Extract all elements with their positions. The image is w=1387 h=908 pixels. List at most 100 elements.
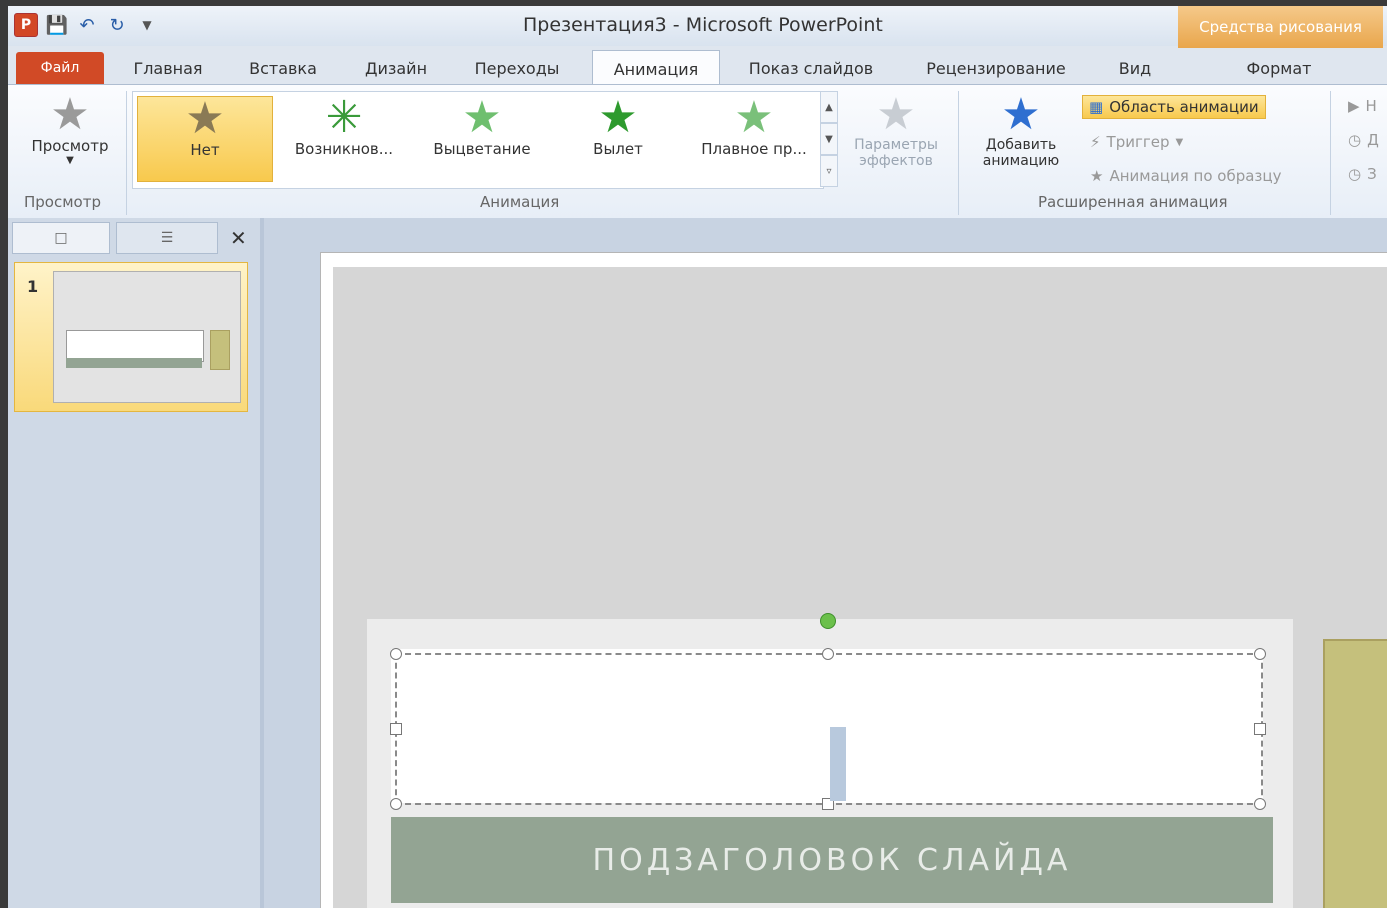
animation-painter-button[interactable]: ★ Анимация по образцу [1090,167,1281,185]
effect-options-button[interactable]: ★ Параметры эффектов [844,89,948,170]
subtitle-text: ПОДЗАГОЛОВОК СЛАЙДА [592,842,1072,878]
powerpoint-logo-icon[interactable]: P [14,13,38,37]
customize-qat-icon[interactable]: ▼ [136,14,158,36]
delay-icon: ◷ [1348,165,1362,183]
timing-item-1[interactable]: ▶ Н [1348,97,1377,115]
tab-review[interactable]: Рецензирование [906,52,1086,84]
slide-thumbnail-item[interactable]: 1 [14,262,248,412]
quick-access-toolbar: P 💾 ↶ ↻ ▼ [14,13,158,37]
gallery-item-float-in[interactable]: ★ Плавное пр... [687,96,821,180]
timing-label: Д [1367,131,1379,149]
star-appear-icon: ✳ [325,92,363,143]
tab-slides[interactable]: □ [12,222,110,254]
timing-item-3[interactable]: ◷ З [1348,165,1377,183]
gallery-scroll-up-icon[interactable]: ▲ [820,91,838,123]
gallery-scroll-down-icon[interactable]: ▼ [820,123,838,155]
group-label-preview: Просмотр [24,193,101,211]
gallery-scroll: ▲ ▼ ▿ [820,91,838,187]
ribbon-tabs: Файл Главная Вставка Дизайн Переходы Ани… [8,46,1387,87]
animation-gallery: ★ Нет ✳ Возникнов... ★ Выцветание ★ Выле… [132,91,824,189]
gallery-item-label: Возникнов... [294,140,394,158]
tab-transitions[interactable]: Переходы [460,52,574,84]
chevron-down-icon: ▼ [1175,136,1184,148]
trigger-label: Триггер [1106,133,1170,151]
window-title: Презентация3 - Microsoft PowerPoint [523,14,883,36]
gallery-item-label: Выцветание [433,140,531,158]
slide-thumbnail[interactable] [53,271,241,403]
group-separator [958,91,959,215]
group-separator [1330,91,1331,215]
gallery-item-none[interactable]: ★ Нет [137,96,273,182]
add-animation-label: Добавить анимацию [982,137,1060,169]
add-animation-button[interactable]: ★ Добавить анимацию [966,89,1076,170]
text-cursor [830,727,846,801]
tab-outline[interactable]: ☰ [116,222,218,254]
undo-icon[interactable]: ↶ [76,14,98,36]
effect-options-label: Параметры эффектов [854,137,938,169]
animation-pane-button[interactable]: ▦ Область анимации [1082,95,1266,119]
resize-handle[interactable] [1254,723,1266,735]
save-icon[interactable]: 💾 [46,14,68,36]
group-label-advanced: Расширенная анимация [1038,193,1228,211]
resize-handle[interactable] [390,648,402,660]
accent-rectangle[interactable] [1323,639,1387,908]
subtitle-placeholder[interactable]: ПОДЗАГОЛОВОК СЛАЙДА [391,817,1273,903]
animation-pane-icon: ▦ [1089,98,1104,116]
tab-file[interactable]: Файл [16,52,104,84]
timing-label: З [1367,165,1377,183]
gallery-more-icon[interactable]: ▿ [820,155,838,187]
chevron-down-icon: ▼ [66,155,74,166]
lightning-icon: ⚡ [1090,133,1101,151]
tab-slideshow[interactable]: Показ слайдов [736,52,886,84]
ribbon-animation: ★ Просмотр ▼ Просмотр ★ Нет ✳ Возникнов.… [8,84,1387,220]
gallery-item-label: Нет [190,141,220,159]
slide-canvas[interactable]: ПОДЗАГОЛОВОК СЛАЙДА [320,252,1387,908]
tab-view[interactable]: Вид [1102,52,1168,84]
effect-options-star-icon: ★ [876,89,916,140]
preview-button[interactable]: ★ Просмотр ▼ [20,89,120,167]
group-label-animation: Анимация [480,193,560,211]
resize-handle[interactable] [1254,648,1266,660]
title-bar: P 💾 ↶ ↻ ▼ Презентация3 - Microsoft Power… [8,6,1387,48]
resize-handle[interactable] [1254,798,1266,810]
group-separator [126,91,127,215]
tab-home[interactable]: Главная [120,52,216,84]
thumb-accent-rect [210,330,230,370]
add-animation-star-icon: ★ [1001,89,1041,140]
timing-label: Н [1365,97,1377,115]
slide-background: ПОДЗАГОЛОВОК СЛАЙДА [333,267,1387,908]
star-none-icon: ★ [185,93,225,144]
preview-button-label: Просмотр [31,137,109,155]
tab-format[interactable]: Формат [1204,52,1354,84]
rotate-handle[interactable] [820,613,836,629]
animation-painter-label: Анимация по образцу [1109,167,1282,185]
close-icon[interactable]: ✕ [230,226,247,250]
star-fade-icon: ★ [462,92,502,143]
selection-border [395,653,1263,805]
tab-animation[interactable]: Анимация [592,50,720,87]
slide-number: 1 [27,277,39,296]
play-icon: ▶ [1348,97,1360,115]
resize-handle[interactable] [822,648,834,660]
gallery-item-fade[interactable]: ★ Выцветание [415,96,549,180]
powerpoint-window: P 💾 ↶ ↻ ▼ Презентация3 - Microsoft Power… [8,6,1387,908]
gallery-item-label: Плавное пр... [701,140,807,158]
gallery-item-fly-in[interactable]: ★ Вылет [551,96,685,180]
preview-star-icon: ★ [50,89,90,140]
timing-item-2[interactable]: ◷ Д [1348,131,1379,149]
slides-pane: □ ☰ ✕ 1 [8,218,264,908]
gallery-item-appear[interactable]: ✳ Возникнов... [277,96,411,180]
drawing-tools-context-tab: Средства рисования [1178,6,1383,48]
tab-insert[interactable]: Вставка [234,52,332,84]
thumb-subtitle-bar [66,358,202,368]
pane-tabs: □ ☰ ✕ [12,222,256,254]
painter-icon: ★ [1090,167,1104,185]
clock-icon: ◷ [1348,131,1362,149]
animation-pane-label: Область анимации [1109,98,1259,116]
trigger-button[interactable]: ⚡ Триггер ▼ [1090,133,1183,151]
tab-design[interactable]: Дизайн [350,52,442,84]
redo-icon[interactable]: ↻ [106,14,128,36]
star-float-in-icon: ★ [734,92,774,143]
resize-handle[interactable] [390,798,402,810]
resize-handle[interactable] [390,723,402,735]
